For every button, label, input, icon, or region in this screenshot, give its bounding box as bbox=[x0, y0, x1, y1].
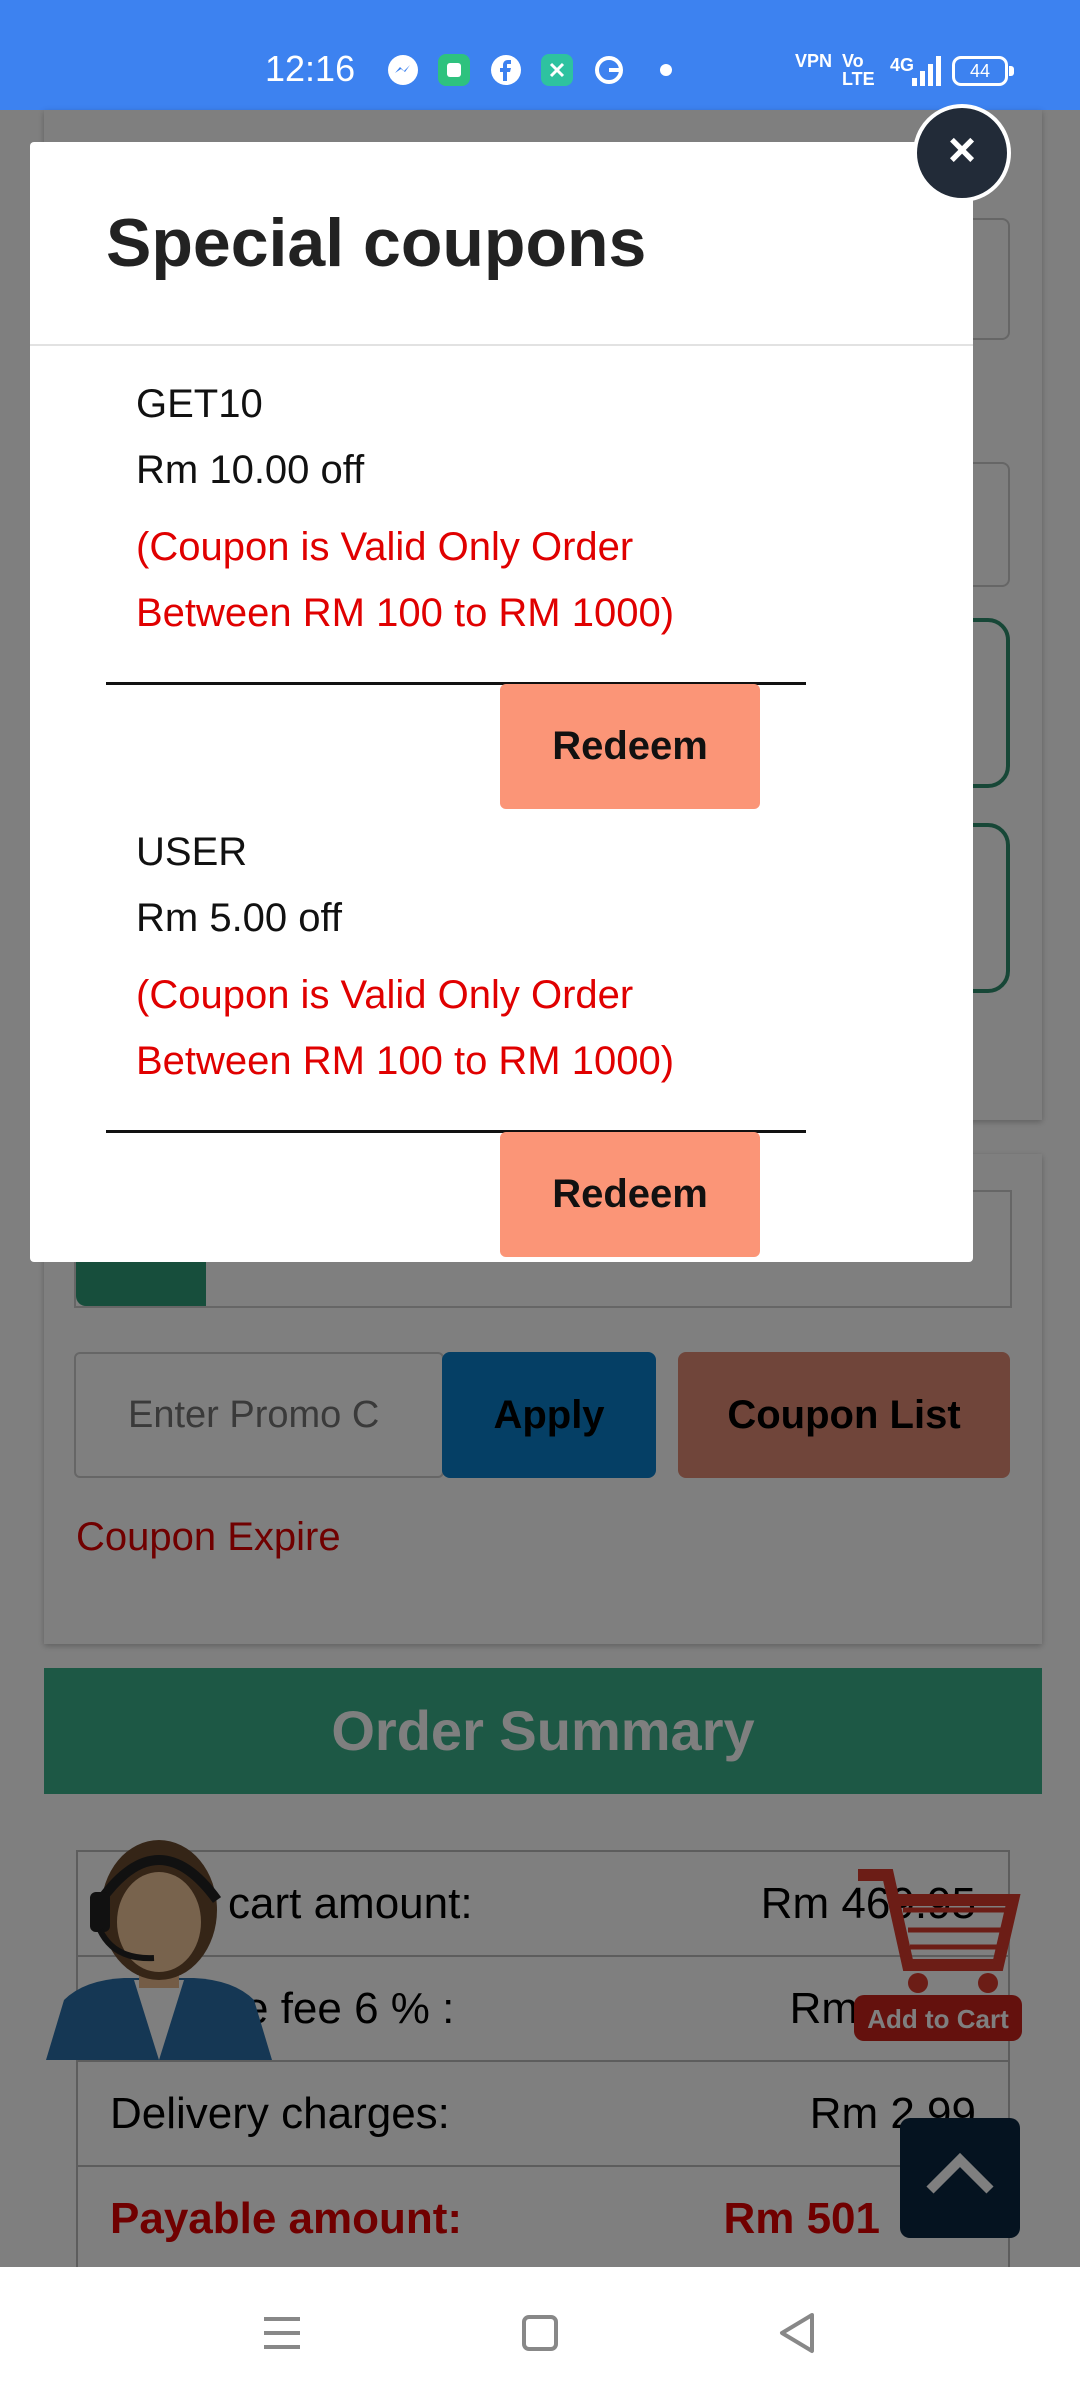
app-icon bbox=[438, 54, 470, 86]
volte-label: Vo LTE bbox=[842, 51, 875, 89]
modal-title: Special coupons bbox=[106, 205, 647, 281]
vpn-label: VPN bbox=[795, 51, 833, 71]
redeem-button[interactable]: Redeem bbox=[500, 684, 760, 809]
menu-icon[interactable] bbox=[250, 2301, 314, 2365]
app-icon bbox=[541, 54, 573, 86]
google-icon bbox=[593, 54, 625, 86]
coupon-condition: (Coupon is Valid Only Order Between RM 1… bbox=[136, 973, 675, 1083]
close-button[interactable]: × bbox=[913, 104, 1011, 202]
messenger-icon bbox=[387, 54, 419, 86]
battery-icon: 44 bbox=[952, 56, 1014, 86]
redeem-button[interactable]: Redeem bbox=[500, 1132, 760, 1257]
signal-icon bbox=[912, 56, 944, 91]
home-icon[interactable] bbox=[508, 2301, 572, 2365]
back-icon[interactable] bbox=[766, 2301, 830, 2365]
modal-divider bbox=[30, 344, 973, 346]
coupon-amount: Rm 10.00 off bbox=[136, 448, 365, 492]
coupon-condition: (Coupon is Valid Only Order Between RM 1… bbox=[136, 525, 675, 635]
status-time: 12:16 bbox=[265, 48, 356, 89]
navigation-bar bbox=[0, 2267, 1080, 2400]
coupon-code: GET10 bbox=[136, 382, 263, 426]
status-bar: 12:16 VPN Vo LTE 4G 44 bbox=[0, 0, 1080, 110]
facebook-icon bbox=[490, 54, 522, 86]
coupon-code: USER bbox=[136, 830, 248, 874]
notification-dot-icon bbox=[660, 64, 672, 76]
network-label: 4G bbox=[890, 55, 915, 75]
coupon-amount: Rm 5.00 off bbox=[136, 896, 343, 940]
coupons-modal: Special coupons GET10 Rm 10.00 off (Coup… bbox=[30, 142, 973, 1262]
